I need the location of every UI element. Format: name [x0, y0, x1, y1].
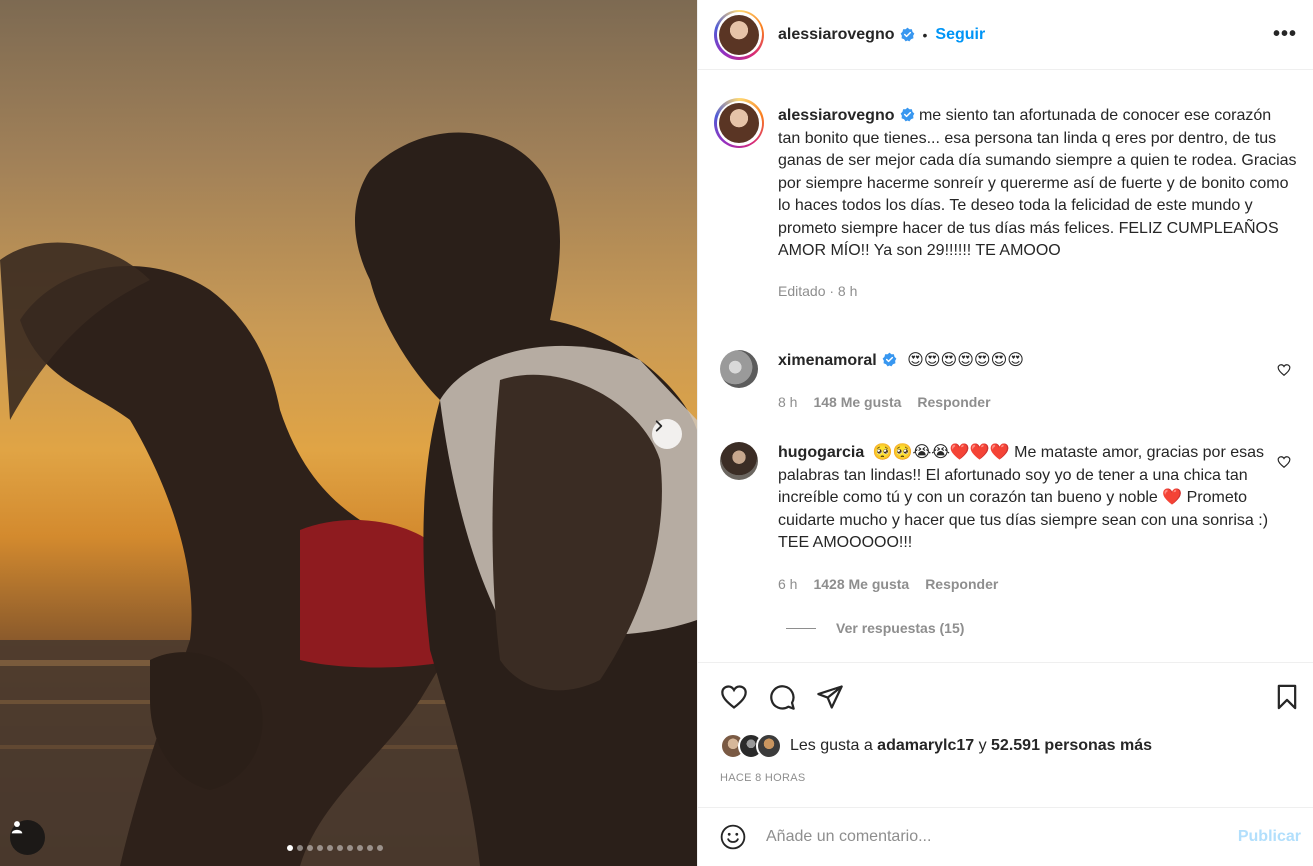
- reply-button[interactable]: Responder: [925, 573, 998, 596]
- separator-dot: •: [922, 26, 928, 43]
- emoji-icon[interactable]: [720, 824, 746, 850]
- commenter-avatar[interactable]: [720, 350, 758, 388]
- comment-time: 6 h: [778, 575, 798, 592]
- save-icon[interactable]: [1273, 683, 1301, 711]
- carousel-dot: [337, 845, 343, 851]
- comment-body: ximenamoral 😍😍😍😍😍😍😍 8 h 148 Me gusta Res…: [778, 350, 1297, 413]
- add-comment-bar: Publicar: [698, 807, 1313, 866]
- commenter-username[interactable]: ximenamoral: [778, 352, 877, 369]
- view-replies-button[interactable]: Ver respuestas (15): [786, 620, 964, 636]
- commenter-avatar[interactable]: [720, 442, 758, 480]
- post-modal: alessiarovegno • Seguir ••• alessiaroveg…: [0, 0, 1313, 866]
- caption-username[interactable]: alessiarovegno: [778, 107, 895, 124]
- caption-row: alessiarovegno me siento tan afortunada …: [714, 98, 1297, 302]
- liker-avatars[interactable]: [720, 733, 782, 759]
- view-replies-label[interactable]: Ver respuestas (15): [836, 620, 964, 636]
- comment-row: ximenamoral 😍😍😍😍😍😍😍 8 h 148 Me gusta Res…: [714, 350, 1297, 413]
- comment-icon[interactable]: [768, 683, 796, 711]
- user-tag-icon: [11, 821, 23, 834]
- chevron-right-icon: [655, 420, 663, 432]
- caption-edited-time: Editado · 8 h: [778, 282, 858, 299]
- caption-meta: Editado · 8 h: [778, 280, 1297, 303]
- carousel-next-button[interactable]: [652, 419, 682, 449]
- likes-summary: Les gusta a adamarylc17 y 52.591 persona…: [720, 733, 1152, 759]
- reply-button[interactable]: Responder: [917, 391, 990, 414]
- likes-middle: y: [974, 737, 992, 754]
- comment-time: 8 h: [778, 393, 798, 410]
- comment-row: hugogarcia 🥺🥺😭😭❤️❤️❤️ Me mataste amor, g…: [714, 442, 1297, 595]
- verified-badge-icon: [900, 107, 914, 122]
- carousel-dot: [357, 845, 363, 851]
- comment-meta: 8 h 148 Me gusta Responder: [778, 391, 1297, 414]
- action-icons: [720, 683, 844, 711]
- comment-body: hugogarcia 🥺🥺😭😭❤️❤️❤️ Me mataste amor, g…: [778, 442, 1297, 595]
- more-options-button[interactable]: •••: [1273, 23, 1297, 46]
- follow-button[interactable]: Seguir: [935, 26, 985, 44]
- post-photo[interactable]: [0, 0, 697, 866]
- author-username[interactable]: alessiarovegno: [778, 26, 895, 44]
- heart-icon[interactable]: [1277, 363, 1291, 377]
- likes-others[interactable]: 52.591 personas más: [991, 737, 1152, 754]
- heart-icon[interactable]: [1277, 455, 1291, 469]
- comment-likes[interactable]: 1428 Me gusta: [813, 573, 909, 596]
- caption-body: alessiarovegno me siento tan afortunada …: [778, 105, 1297, 302]
- caption-avatar[interactable]: [714, 98, 764, 148]
- carousel-dot: [287, 845, 293, 851]
- carousel-dot: [367, 845, 373, 851]
- comment-input[interactable]: [766, 828, 1238, 846]
- carousel-dot: [317, 845, 323, 851]
- carousel-dot: [347, 845, 353, 851]
- post-timestamp[interactable]: HACE 8 HORAS: [720, 772, 806, 784]
- publish-button[interactable]: Publicar: [1238, 828, 1301, 846]
- carousel-dot: [307, 845, 313, 851]
- likes-prefix: Les gusta a: [790, 737, 878, 754]
- comments-scroll-area[interactable]: alessiarovegno me siento tan afortunada …: [698, 71, 1313, 661]
- verified-badge-icon: [900, 27, 914, 42]
- verified-badge-icon: [882, 352, 897, 367]
- carousel-indicators: [287, 845, 383, 851]
- commenter-username[interactable]: hugogarcia: [778, 444, 864, 461]
- comment-text: 😍😍😍😍😍😍😍: [907, 352, 1024, 369]
- caption-text: me siento tan afortunada de conocer ese …: [778, 107, 1297, 259]
- heart-icon[interactable]: [720, 683, 748, 711]
- post-side-panel: alessiarovegno • Seguir ••• alessiaroveg…: [697, 0, 1313, 866]
- post-header: alessiarovegno • Seguir •••: [698, 0, 1313, 70]
- carousel-dot: [377, 845, 383, 851]
- likes-text: Les gusta a adamarylc17 y 52.591 persona…: [790, 737, 1152, 755]
- post-actions: Les gusta a adamarylc17 y 52.591 persona…: [698, 662, 1313, 807]
- comment-meta: 6 h 1428 Me gusta Responder: [778, 573, 1297, 596]
- liker-username[interactable]: adamarylc17: [877, 737, 974, 754]
- carousel-dot: [297, 845, 303, 851]
- replies-divider: [786, 627, 816, 629]
- carousel-dot: [327, 845, 333, 851]
- share-icon[interactable]: [816, 683, 844, 711]
- comment-likes[interactable]: 148 Me gusta: [813, 391, 901, 414]
- user-tag-button[interactable]: [10, 820, 45, 855]
- author-avatar[interactable]: [714, 9, 764, 60]
- photo-illustration: [0, 132, 697, 866]
